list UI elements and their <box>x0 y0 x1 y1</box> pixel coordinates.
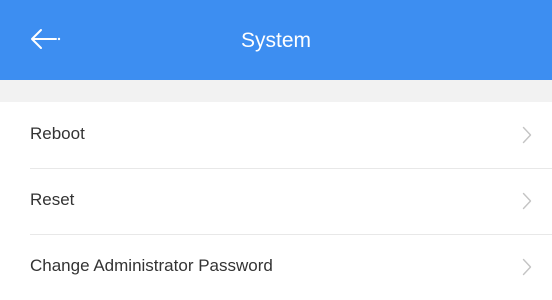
menu-item-label: Reset <box>30 190 75 209</box>
page-title: System <box>240 29 311 52</box>
chevron-right-icon <box>522 192 532 210</box>
chevron-right-icon <box>522 258 532 276</box>
menu-item-reset[interactable]: Reset <box>0 168 552 234</box>
settings-menu: Reboot Reset Change Administrator Passwo… <box>0 102 552 300</box>
chevron-right-icon <box>522 126 532 144</box>
section-divider <box>0 80 552 102</box>
menu-item-label: Change Administrator Password <box>30 256 273 275</box>
menu-item-change-admin-password[interactable]: Change Administrator Password <box>0 234 552 300</box>
app-bar: System <box>0 0 552 80</box>
menu-item-label: Reboot <box>30 124 85 143</box>
menu-item-reboot[interactable]: Reboot <box>0 102 552 168</box>
